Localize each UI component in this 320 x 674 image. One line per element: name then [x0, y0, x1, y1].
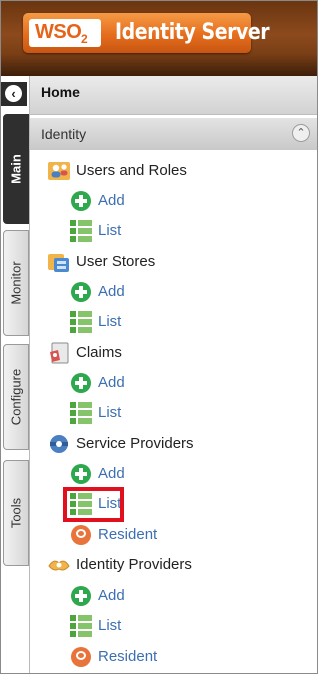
collapse-menu-button[interactable]: ‹: [1, 82, 27, 106]
idp-add-link[interactable]: Add: [70, 583, 317, 611]
side-menu: Home Identity ⌃ Users and Roles Add List…: [29, 76, 317, 673]
logo-sub: 2: [81, 32, 88, 46]
user-stores-icon: [48, 251, 70, 273]
add-icon: [70, 585, 92, 607]
list-icon: [70, 615, 92, 637]
resident-icon: [70, 646, 92, 668]
vertical-tab-bar: ‹ Main Monitor Configure Tools: [1, 76, 29, 673]
claims-add-link[interactable]: Add: [70, 370, 317, 398]
link-label: List: [98, 222, 122, 239]
add-icon: [70, 190, 92, 212]
claims-list-link[interactable]: List: [70, 400, 317, 428]
highlight-box: [63, 487, 124, 522]
link-label: Add: [98, 374, 125, 391]
link-label: Add: [98, 465, 125, 482]
link-label: List: [98, 404, 122, 421]
resident-icon: [70, 524, 92, 546]
menu-group-label: Users and Roles: [76, 162, 187, 179]
logo-product: Identity Server: [115, 20, 270, 45]
menu-home[interactable]: Home: [30, 76, 317, 115]
menu-group-identity-providers[interactable]: Identity Providers: [48, 552, 298, 580]
menu-group-service-providers[interactable]: Service Providers: [48, 431, 298, 459]
app-frame: WSO 2 Identity Server ‹ Main Monitor Con…: [0, 0, 318, 674]
menu-group-users-and-roles[interactable]: Users and Roles: [48, 158, 298, 186]
tab-configure[interactable]: Configure: [3, 344, 29, 450]
add-icon: [70, 463, 92, 485]
link-label: Add: [98, 587, 125, 604]
home-label: Home: [41, 84, 80, 100]
menu-group-claims[interactable]: Claims: [48, 340, 298, 368]
list-icon: [70, 220, 92, 242]
add-icon: [70, 372, 92, 394]
menu-group-label: Claims: [76, 344, 122, 361]
claims-icon: [48, 342, 70, 364]
link-label: Resident: [98, 526, 158, 543]
link-label: Resident: [98, 648, 158, 665]
tab-monitor-label: Monitor: [8, 261, 24, 305]
idp-list-link[interactable]: List: [70, 613, 317, 641]
section-identity-header[interactable]: Identity ⌃: [30, 118, 317, 150]
logo-mark: WSO 2: [29, 19, 101, 47]
tab-tools-label: Tools: [8, 497, 24, 529]
link-label: Add: [98, 192, 125, 209]
sp-add-link[interactable]: Add: [70, 461, 317, 489]
app-header: WSO 2 Identity Server: [1, 1, 317, 76]
users-add-link[interactable]: Add: [70, 188, 317, 216]
link-label: Add: [98, 283, 125, 300]
list-icon: [70, 402, 92, 424]
stores-list-link[interactable]: List: [70, 309, 317, 337]
menu-group-label: Service Providers: [76, 435, 194, 452]
chevron-left-icon: ‹: [5, 85, 22, 102]
users-and-roles-icon: [48, 160, 70, 182]
add-icon: [70, 281, 92, 303]
tab-main[interactable]: Main: [3, 114, 29, 224]
logo-brand: WSO: [35, 21, 82, 43]
identity-providers-icon: [48, 554, 70, 576]
tab-monitor[interactable]: Monitor: [3, 230, 29, 336]
idp-resident-link[interactable]: Resident: [70, 644, 317, 672]
users-list-link[interactable]: List: [70, 218, 317, 246]
stores-add-link[interactable]: Add: [70, 279, 317, 307]
sp-resident-link[interactable]: Resident: [70, 522, 317, 550]
link-label: List: [98, 313, 122, 330]
menu-group-label: User Stores: [76, 253, 156, 270]
link-label: List: [98, 617, 122, 634]
wso2-logo[interactable]: WSO 2 Identity Server: [23, 13, 270, 53]
menu-group-user-stores[interactable]: User Stores: [48, 249, 298, 277]
tab-tools[interactable]: Tools: [3, 460, 29, 566]
list-icon: [70, 311, 92, 333]
menu-group-label: Identity Providers: [76, 556, 192, 573]
section-identity-label: Identity: [41, 126, 87, 142]
tab-configure-label: Configure: [8, 368, 24, 426]
service-providers-icon: [48, 433, 70, 455]
tab-main-label: Main: [8, 154, 24, 184]
chevron-up-icon[interactable]: ⌃: [292, 124, 310, 142]
